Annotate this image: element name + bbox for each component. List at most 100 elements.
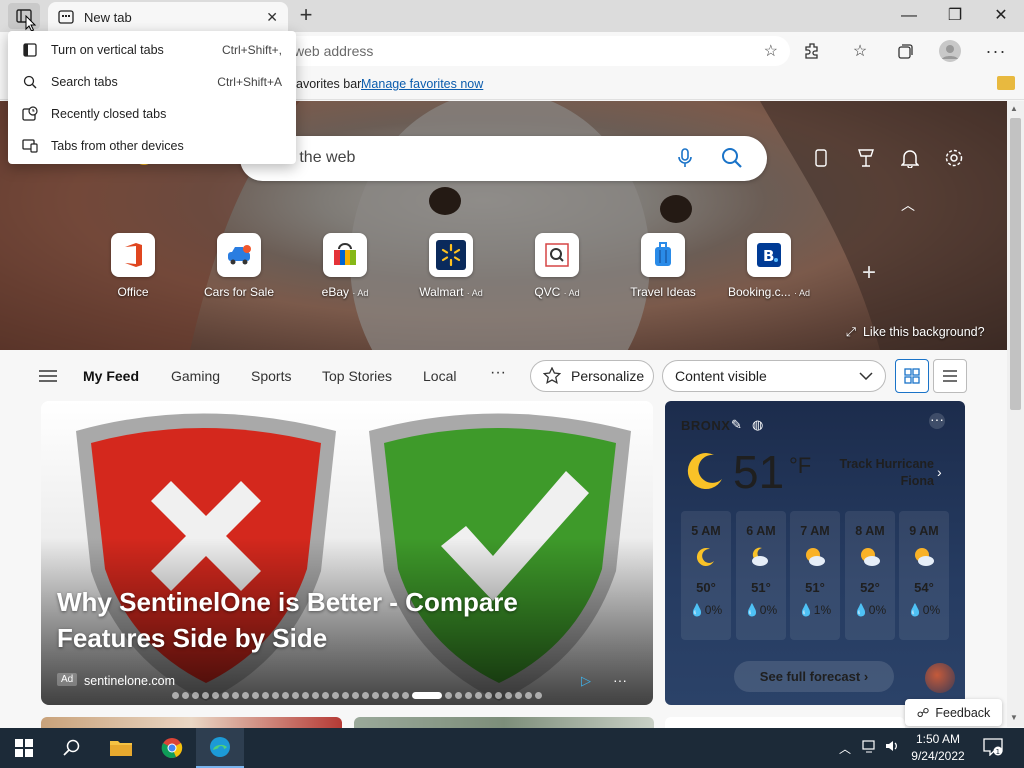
carousel-dot[interactable] bbox=[485, 692, 492, 699]
extensions-icon[interactable] bbox=[798, 38, 826, 64]
hurricane-alert-link[interactable]: Track Hurricane Fiona bbox=[820, 456, 935, 490]
rewards-icon[interactable] bbox=[851, 145, 881, 171]
notification-center-icon[interactable]: 1 bbox=[983, 738, 1003, 759]
carousel-dot[interactable] bbox=[312, 692, 319, 699]
carousel-dot[interactable] bbox=[172, 692, 179, 699]
collections-icon[interactable] bbox=[891, 38, 919, 64]
hourly-forecast-item[interactable]: 6 AM 51° 💧0% bbox=[736, 511, 786, 640]
taskbar-search-button[interactable] bbox=[48, 728, 96, 768]
globe-icon[interactable]: ◍ bbox=[752, 417, 763, 433]
tab-sports[interactable]: Sports bbox=[251, 368, 291, 384]
quick-link-booking[interactable]: B Booking.c... · Ad bbox=[724, 233, 814, 299]
see-full-forecast-button[interactable]: See full forecast › bbox=[734, 661, 894, 692]
microphone-icon[interactable] bbox=[678, 148, 692, 171]
tab-top-stories[interactable]: Top Stories bbox=[322, 368, 392, 384]
carousel-dot[interactable] bbox=[242, 692, 249, 699]
edit-location-icon[interactable]: ✎ bbox=[731, 417, 742, 433]
more-tabs-button[interactable]: ··· bbox=[490, 364, 506, 382]
menu-item-other-devices[interactable]: Tabs from other devices bbox=[8, 130, 296, 162]
carousel-indicator[interactable] bbox=[172, 692, 542, 699]
carousel-dot[interactable] bbox=[495, 692, 502, 699]
content-visibility-dropdown[interactable]: Content visible bbox=[662, 360, 886, 392]
card-more-icon[interactable]: ··· bbox=[613, 672, 627, 688]
carousel-dot[interactable] bbox=[322, 692, 329, 699]
other-favorites-folder-icon[interactable] bbox=[997, 76, 1015, 90]
carousel-dot[interactable] bbox=[382, 692, 389, 699]
menu-item-vertical-tabs[interactable]: Turn on vertical tabs Ctrl+Shift+, bbox=[8, 34, 296, 66]
notifications-icon[interactable] bbox=[895, 145, 925, 171]
collapse-chevron-icon[interactable]: ︿ bbox=[901, 195, 915, 215]
tab-local[interactable]: Local bbox=[423, 368, 456, 384]
system-clock[interactable]: 1:50 AM 9/24/2022 bbox=[906, 731, 970, 765]
edge-button[interactable] bbox=[196, 728, 244, 768]
carousel-dot[interactable] bbox=[282, 692, 289, 699]
carousel-dot[interactable] bbox=[222, 692, 229, 699]
favorites-icon[interactable]: ☆ bbox=[846, 38, 874, 64]
carousel-dot[interactable] bbox=[252, 692, 259, 699]
list-view-button[interactable] bbox=[933, 359, 967, 393]
file-explorer-button[interactable] bbox=[97, 728, 145, 768]
quick-link-qvc[interactable]: QVC · Ad bbox=[512, 233, 602, 299]
weather-more-icon[interactable]: ··· bbox=[929, 412, 945, 429]
carousel-dot[interactable] bbox=[455, 692, 462, 699]
restore-button[interactable]: ❐ bbox=[932, 0, 978, 32]
weather-map-thumbnail[interactable] bbox=[925, 663, 955, 693]
menu-item-recently-closed[interactable]: Recently closed tabs bbox=[8, 98, 296, 130]
carousel-dot[interactable] bbox=[392, 692, 399, 699]
quick-link-office[interactable]: Office bbox=[88, 233, 178, 299]
settings-more-icon[interactable]: ··· bbox=[982, 38, 1010, 64]
hourly-forecast-item[interactable]: 5 AM 50° 💧0% bbox=[681, 511, 731, 640]
quick-link-walmart[interactable]: Walmart · Ad bbox=[406, 233, 496, 299]
minimize-button[interactable]: — bbox=[886, 0, 932, 32]
search-icon[interactable] bbox=[721, 147, 743, 172]
weather-location[interactable]: BRONX bbox=[681, 418, 730, 433]
carousel-dot[interactable] bbox=[515, 692, 522, 699]
carousel-dot[interactable] bbox=[232, 692, 239, 699]
tab-my-feed[interactable]: My Feed bbox=[83, 368, 139, 384]
adchoices-icon[interactable]: ▷ bbox=[581, 673, 591, 689]
ad-headline[interactable]: Why SentinelOne is Better - Compare Feat… bbox=[57, 584, 597, 656]
ad-source[interactable]: sentinelone.com bbox=[84, 674, 175, 688]
carousel-dot[interactable] bbox=[332, 692, 339, 699]
start-button[interactable] bbox=[0, 728, 48, 768]
add-favorite-icon[interactable]: ☆ bbox=[764, 41, 778, 61]
carousel-dot[interactable] bbox=[465, 692, 472, 699]
temperature-unit[interactable]: °F bbox=[789, 453, 811, 479]
carousel-dot[interactable] bbox=[445, 692, 452, 699]
page-settings-icon[interactable] bbox=[939, 145, 969, 171]
carousel-dot[interactable] bbox=[475, 692, 482, 699]
carousel-dot[interactable] bbox=[342, 692, 349, 699]
like-background-button[interactable]: ⤢ Like this background? bbox=[846, 325, 985, 340]
hamburger-menu-icon[interactable] bbox=[39, 369, 57, 386]
address-bar[interactable]: web address ☆ bbox=[280, 36, 790, 66]
personalize-button[interactable]: Personalize bbox=[530, 360, 654, 392]
close-tab-icon[interactable]: ✕ bbox=[266, 9, 278, 26]
hourly-forecast-item[interactable]: 8 AM 52° 💧0% bbox=[845, 511, 895, 640]
carousel-dot[interactable] bbox=[372, 692, 379, 699]
chrome-button[interactable] bbox=[148, 728, 196, 768]
carousel-dot[interactable] bbox=[402, 692, 409, 699]
phone-icon[interactable] bbox=[806, 145, 836, 171]
carousel-dot[interactable] bbox=[412, 692, 442, 699]
chevron-right-icon[interactable]: › bbox=[937, 464, 942, 480]
carousel-dot[interactable] bbox=[535, 692, 542, 699]
carousel-dot[interactable] bbox=[272, 692, 279, 699]
close-window-button[interactable]: ✕ bbox=[978, 0, 1024, 32]
carousel-dot[interactable] bbox=[262, 692, 269, 699]
manage-favorites-link[interactable]: Manage favorites now bbox=[361, 77, 483, 91]
carousel-dot[interactable] bbox=[362, 692, 369, 699]
profile-avatar[interactable] bbox=[936, 38, 964, 64]
scroll-up-icon[interactable]: ▲ bbox=[1010, 104, 1018, 113]
tab-actions-button[interactable] bbox=[8, 3, 40, 32]
quick-link-cars-for-sale[interactable]: Cars for Sale bbox=[194, 233, 284, 299]
tab-new-tab[interactable]: New tab ✕ bbox=[48, 2, 288, 32]
quick-link-ebay[interactable]: eBay · Ad bbox=[300, 233, 390, 299]
new-tab-button[interactable]: + bbox=[294, 3, 318, 29]
carousel-dot[interactable] bbox=[212, 692, 219, 699]
scroll-down-icon[interactable]: ▼ bbox=[1010, 713, 1018, 722]
show-hidden-icons-chevron[interactable]: ︿ bbox=[839, 740, 851, 757]
scrollbar-thumb[interactable] bbox=[1010, 118, 1021, 410]
carousel-dot[interactable] bbox=[292, 692, 299, 699]
carousel-dot[interactable] bbox=[352, 692, 359, 699]
carousel-dot[interactable] bbox=[302, 692, 309, 699]
